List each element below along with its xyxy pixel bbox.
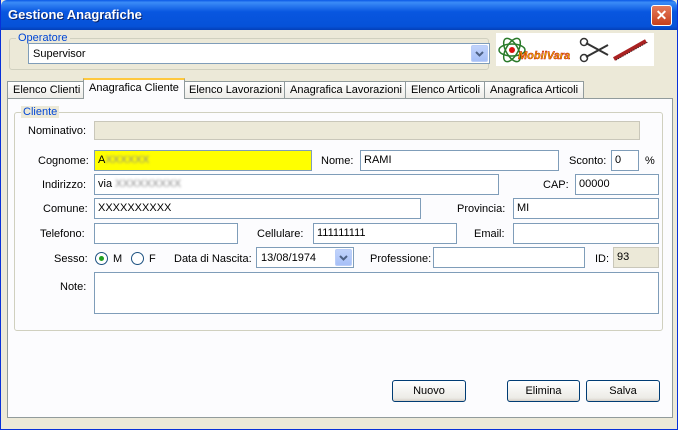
professione-field[interactable] <box>433 247 585 268</box>
comune-label: Comune: <box>43 203 88 215</box>
cap-label: CAP: <box>543 179 569 191</box>
tab-panel-anagrafica-cliente: Cliente Nominativo: Cognome: AXXXXXX Nom… <box>7 98 673 418</box>
indirizzo-value: via <box>98 178 113 190</box>
close-button[interactable]: ✕ <box>651 5 672 26</box>
professione-label: Professione: <box>370 253 432 265</box>
title-bar[interactable]: Gestione Anagrafiche ✕ <box>1 0 677 30</box>
data-nascita-value: 13/08/1974 <box>261 252 317 264</box>
sesso-f-radio[interactable] <box>131 252 144 265</box>
nuovo-label: Nuovo <box>413 385 445 397</box>
data-nascita-label: Data di Nascita: <box>174 253 252 265</box>
salva-label: Salva <box>609 385 637 397</box>
elimina-label: Elimina <box>525 385 562 397</box>
chevron-down-icon[interactable] <box>335 249 352 266</box>
tab-label: Elenco Clienti <box>13 84 81 96</box>
nuovo-button[interactable]: Nuovo <box>392 380 466 402</box>
operatore-selected-value: Supervisor <box>33 48 86 60</box>
tab-label: Anagrafica Lavorazioni <box>290 84 402 96</box>
sconto-label: Sconto: <box>569 155 607 167</box>
cognome-field[interactable]: AXXXXXX <box>94 150 312 171</box>
sconto-field[interactable]: 0 <box>611 150 639 171</box>
nome-label: Nome: <box>321 155 354 167</box>
sesso-m-label[interactable]: M <box>113 253 122 265</box>
tab-anagrafica-lavorazioni[interactable]: Anagrafica Lavorazioni <box>284 81 408 99</box>
operatore-select[interactable]: Supervisor <box>28 43 490 64</box>
email-field[interactable] <box>513 223 659 244</box>
cognome-obscured: XXXXXX <box>105 154 150 166</box>
tab-elenco-clienti[interactable]: Elenco Clienti <box>7 81 87 99</box>
note-label: Note: <box>60 281 87 293</box>
id-field: 93 <box>613 247 659 268</box>
telefono-field[interactable] <box>94 223 238 244</box>
operatore-group: Operatore Supervisor <box>9 32 490 70</box>
nome-field[interactable]: RAMI <box>360 150 559 171</box>
sconto-unit: % <box>645 155 655 167</box>
provincia-label: Provincia: <box>457 203 506 215</box>
sesso-label: Sesso: <box>54 253 88 265</box>
svg-text:MobilVara: MobilVara <box>518 50 570 62</box>
email-label: Email: <box>474 228 505 240</box>
tab-label: Elenco Lavorazioni <box>189 84 282 96</box>
id-label: ID: <box>595 253 610 265</box>
sesso-m-radio[interactable] <box>95 252 108 265</box>
cellulare-field[interactable]: 111111111 <box>313 223 457 244</box>
sesso-f-label[interactable]: F <box>149 253 156 265</box>
indirizzo-obscured: XXXXXXXXX <box>115 178 182 190</box>
chevron-down-icon[interactable] <box>471 45 488 62</box>
indirizzo-label: Indirizzo: <box>42 179 87 191</box>
tab-label: Elenco Articoli <box>411 84 481 96</box>
comune-field[interactable]: XXXXXXXXXX <box>94 198 421 219</box>
tab-anagrafica-cliente[interactable]: Anagrafica Cliente <box>83 78 185 99</box>
company-logo: MobilVara <box>496 33 654 66</box>
cap-field[interactable]: 00000 <box>575 174 659 195</box>
tab-label: Anagrafica Cliente <box>89 82 179 94</box>
indirizzo-field[interactable]: via XXXXXXXXX <box>94 174 499 195</box>
cognome-label: Cognome: <box>38 155 89 167</box>
nominativo-field <box>94 121 640 140</box>
data-nascita-picker[interactable]: 13/08/1974 <box>256 247 354 268</box>
elimina-button[interactable]: Elimina <box>507 380 580 402</box>
window-title: Gestione Anagrafiche <box>8 7 142 22</box>
tab-elenco-lavorazioni[interactable]: Elenco Lavorazioni <box>183 81 288 99</box>
tab-anagrafica-articoli[interactable]: Anagrafica Articoli <box>484 81 585 99</box>
radio-selected-dot <box>99 256 104 261</box>
nominativo-label: Nominativo: <box>28 125 87 137</box>
tab-elenco-articoli[interactable]: Elenco Articoli <box>405 81 487 99</box>
tab-label: Anagrafica Articoli <box>490 84 579 96</box>
cliente-legend: Cliente <box>21 106 60 118</box>
salva-button[interactable]: Salva <box>586 380 660 402</box>
main-window: Gestione Anagrafiche ✕ Operatore Supervi… <box>0 0 678 430</box>
provincia-field[interactable]: MI <box>513 198 659 219</box>
telefono-label: Telefono: <box>40 228 85 240</box>
note-textarea[interactable] <box>94 272 659 314</box>
close-icon: ✕ <box>655 7 668 23</box>
cellulare-label: Cellulare: <box>257 228 304 240</box>
